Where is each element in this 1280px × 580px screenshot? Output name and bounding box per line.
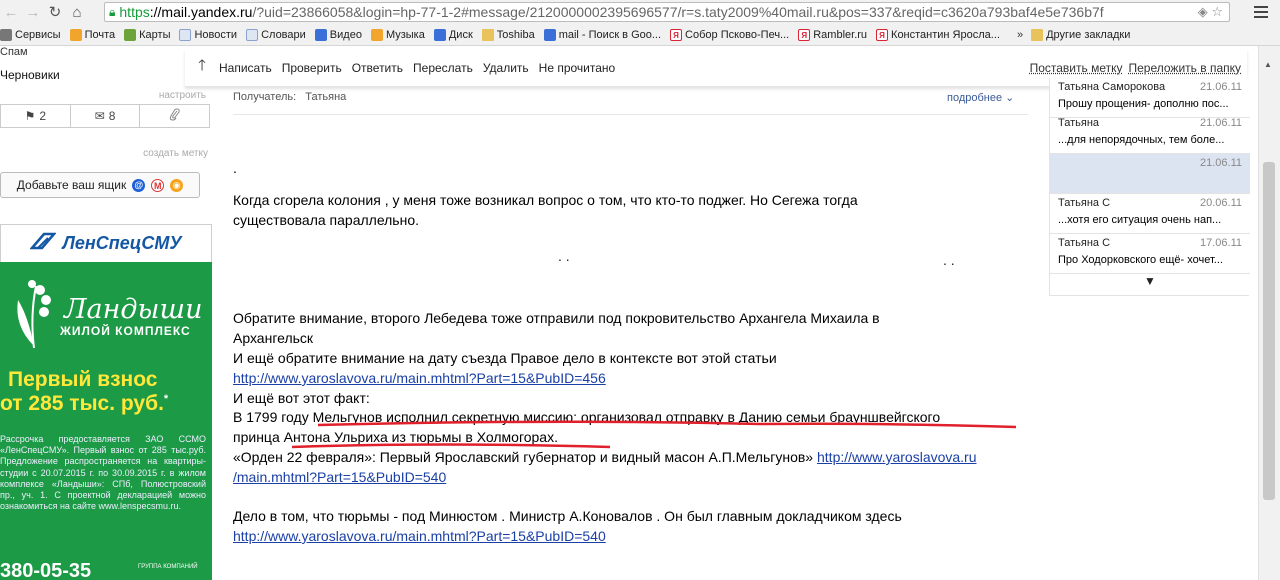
scroll-up-icon[interactable]: ▲ <box>1264 60 1272 69</box>
thread-sender: Татьяна С <box>1058 237 1111 249</box>
thread-date: 21.06.11 <box>1199 81 1242 93</box>
thread-item[interactable]: Татьяна С 20.06.11 ...хотя его ситуация оч… <box>1050 194 1250 234</box>
thread-scroll-down-icon[interactable]: ▼ <box>1050 274 1250 288</box>
thread-date: 17.06.11 <box>1199 237 1242 249</box>
thread-sender: Татьяна Саморокова <box>1058 81 1166 93</box>
thread-snippet: Про Ходорковского ещё- хочет... <box>1058 254 1223 266</box>
thread-snippet: ...хотя его ситуация очень нап... <box>1058 214 1222 226</box>
thread-date: 20.06.11 <box>1199 197 1242 209</box>
scrollbar-thumb[interactable] <box>1263 162 1275 500</box>
thread-snippet: Прошу прощения- дополню пос... <box>1058 98 1229 110</box>
thread-item[interactable]: Татьяна Саморокова 21.06.11 Прошу прощения… <box>1050 78 1250 118</box>
thread-date: 21.06.11 <box>1199 157 1242 169</box>
thread-list: ▼ Татьяна Саморокова 21.06.11 Прошу прощен… <box>1049 78 1250 296</box>
thread-sender: Татьяна С <box>1058 197 1111 209</box>
thread-snippet: ...для непорядочных, тем боле... <box>1058 134 1225 146</box>
thread-sender: Татьяна <box>1058 117 1100 129</box>
app-window: ← → ↻ ⌂ 🔒︎ https ://mail.yandex.ru /?uid… <box>0 0 1280 580</box>
page-scrollbar[interactable]: ▲ <box>1258 46 1280 580</box>
thread-item[interactable]: Татьяна 21.06.11 ...для непорядочных, тем … <box>1050 114 1250 154</box>
thread-date: 21.06.11 <box>1199 117 1242 129</box>
thread-item[interactable]: 21.06.11 <box>1050 154 1250 194</box>
thread-item[interactable]: Татьяна С 17.06.11 Про Ходорковского ещё- … <box>1050 234 1250 274</box>
